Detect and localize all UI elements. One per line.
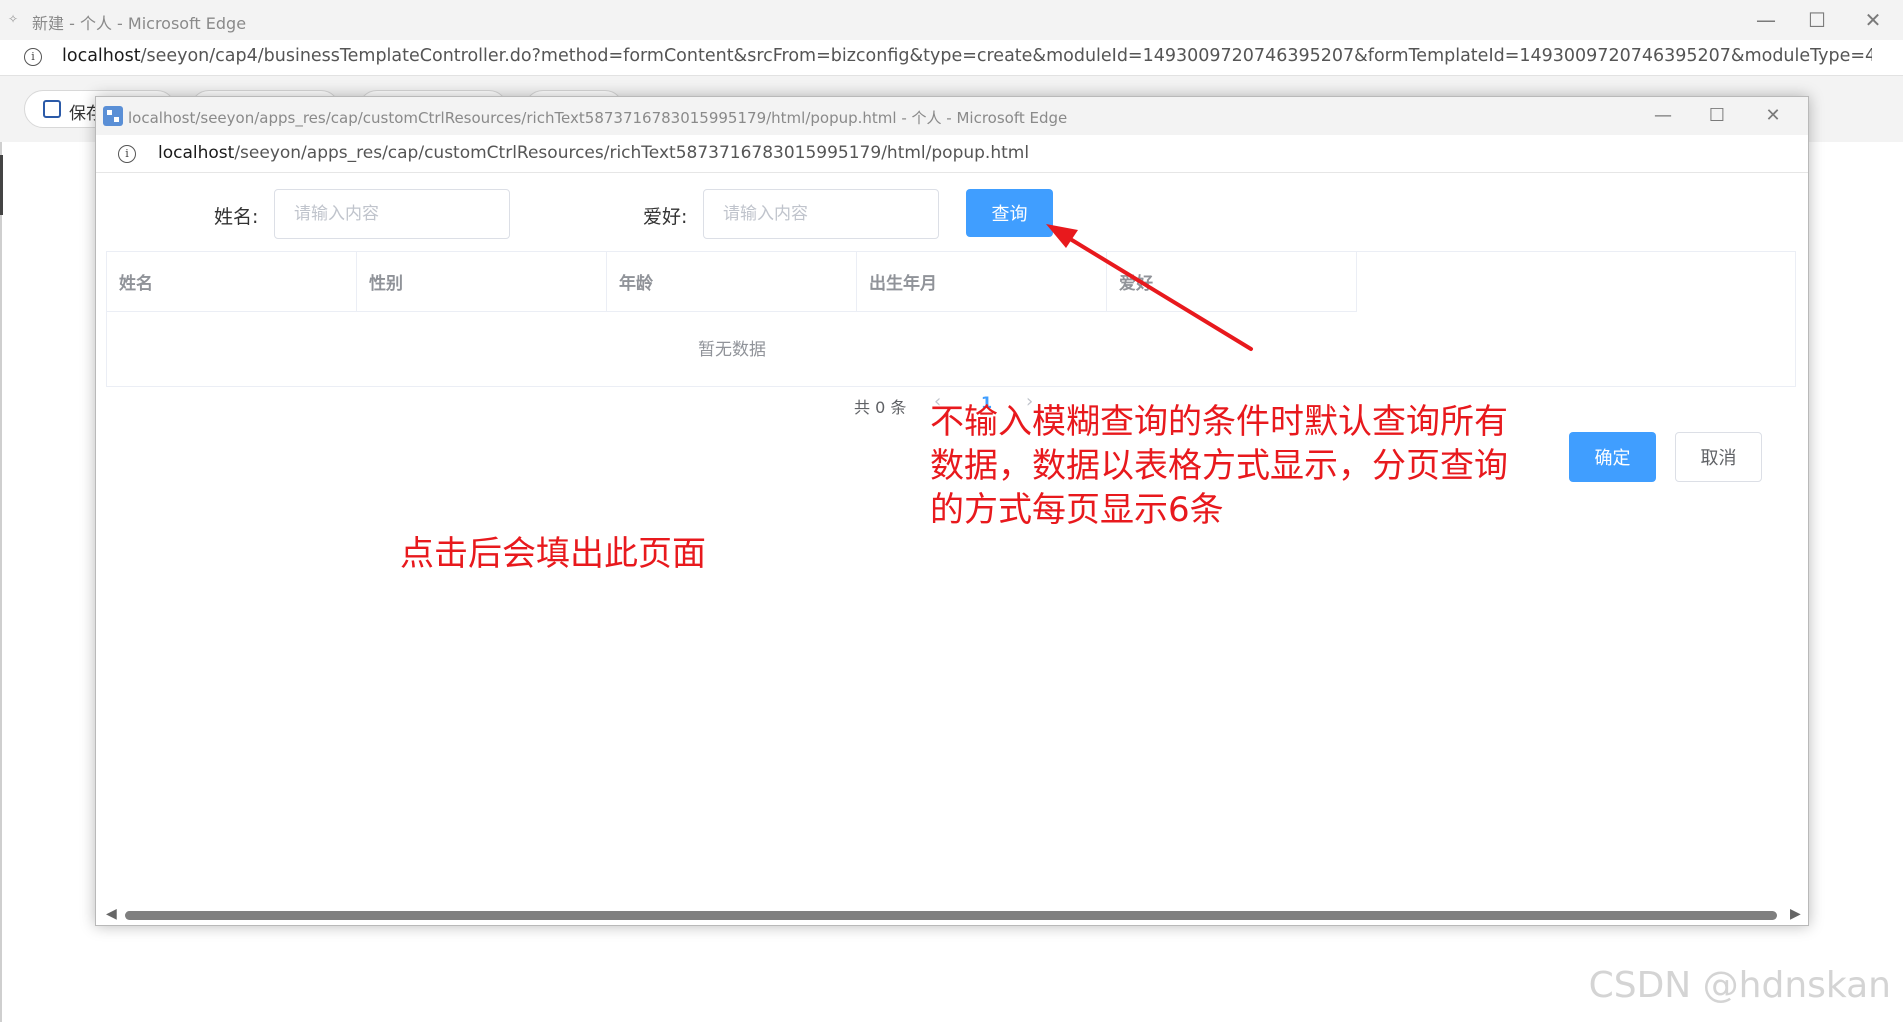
pagination-total: 共 0 条	[854, 398, 907, 417]
name-label: 姓名:	[214, 206, 259, 228]
main-titlebar: ✧ 新建 - 个人 - Microsoft Edge — ☐ ✕	[0, 0, 1903, 40]
minimize-icon[interactable]: —	[1741, 4, 1791, 36]
cancel-button[interactable]: 取消	[1675, 432, 1762, 482]
query-button[interactable]: 查询	[966, 189, 1053, 237]
data-table: 姓名 性别 年龄 出生年月 爱好 暂无数据	[106, 251, 1796, 387]
annotation-popup-note: 点击后会填出此页面	[400, 534, 706, 574]
column-header-age[interactable]: 年龄	[607, 252, 857, 311]
site-info-icon[interactable]: i	[24, 48, 42, 66]
column-header-hobby[interactable]: 爱好	[1107, 252, 1357, 311]
hobby-label: 爱好:	[643, 206, 688, 228]
popup-minimize-icon[interactable]: —	[1638, 100, 1688, 132]
popup-close-icon[interactable]: ✕	[1748, 100, 1798, 132]
horizontal-scrollbar[interactable]: ◀ ▶	[96, 905, 1808, 925]
annotation-query-note: 不输入模糊查询的条件时默认查询所有数据，数据以表格方式显示，分页查询的方式每页显…	[930, 402, 1508, 530]
popup-app-icon	[103, 106, 123, 126]
scrollbar-thumb[interactable]	[125, 911, 1777, 920]
main-window-title: 新建 - 个人 - Microsoft Edge	[32, 14, 247, 33]
edge-app-icon: ✧	[8, 12, 19, 26]
scroll-right-icon[interactable]: ▶	[1790, 906, 1801, 922]
page-left-edge	[0, 155, 3, 215]
popup-window-title: localhost/seeyon/apps_res/cap/customCtrl…	[128, 109, 1068, 127]
csdn-watermark: CSDN @hdnskan	[1588, 965, 1891, 1006]
column-header-name[interactable]: 姓名	[107, 252, 357, 311]
main-address-bar[interactable]: i localhost/seeyon/cap4/businessTemplate…	[0, 40, 1903, 76]
close-icon[interactable]: ✕	[1848, 4, 1898, 36]
column-header-birth[interactable]: 出生年月	[857, 252, 1107, 311]
name-input[interactable]	[274, 189, 510, 239]
scroll-left-icon[interactable]: ◀	[106, 906, 117, 922]
main-url[interactable]: localhost/seeyon/cap4/businessTemplateCo…	[62, 46, 1872, 66]
confirm-button[interactable]: 确定	[1569, 432, 1656, 482]
popup-maximize-icon[interactable]: ☐	[1692, 100, 1742, 132]
hobby-input[interactable]	[703, 189, 939, 239]
column-header-gender[interactable]: 性别	[357, 252, 607, 311]
table-header: 姓名 性别 年龄 出生年月 爱好	[107, 252, 1357, 312]
maximize-icon[interactable]: ☐	[1792, 4, 1842, 36]
popup-url[interactable]: localhost/seeyon/apps_res/cap/customCtrl…	[158, 143, 1029, 163]
popup-titlebar: localhost/seeyon/apps_res/cap/customCtrl…	[96, 97, 1808, 135]
table-empty-text: 暂无数据	[698, 340, 766, 360]
save-icon	[43, 100, 61, 118]
popup-address-bar[interactable]: i localhost/seeyon/apps_res/cap/customCt…	[96, 135, 1808, 173]
popup-site-info-icon[interactable]: i	[118, 145, 136, 163]
